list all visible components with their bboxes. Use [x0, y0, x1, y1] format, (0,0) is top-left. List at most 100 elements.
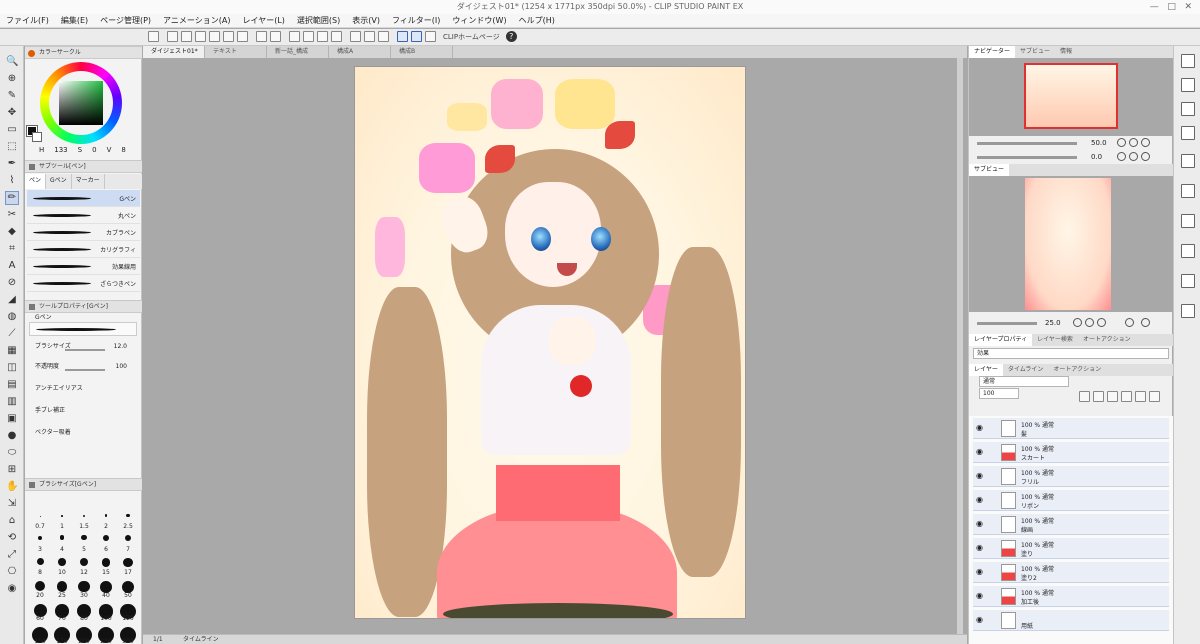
navigator-zoom-slider[interactable]: [977, 142, 1077, 145]
clear-icon[interactable]: [289, 31, 300, 42]
tab-g-pen[interactable]: Gペン: [46, 174, 72, 189]
brush-size-cell[interactable]: 50: [117, 579, 139, 599]
eyedropper-tool-icon[interactable]: ✎: [6, 90, 18, 102]
brush-size-cell[interactable]: 250: [95, 625, 117, 644]
layer-row[interactable]: ◉ 100 % 通常 リボン: [973, 490, 1169, 511]
ruler-tool-icon[interactable]: ▤: [6, 379, 18, 391]
opacity-slider[interactable]: [65, 369, 105, 371]
tab-timeline[interactable]: タイムライン: [1003, 364, 1049, 376]
layer-row[interactable]: ◉ 100 % 通常 塗り: [973, 538, 1169, 559]
subview-fit-icon[interactable]: [1097, 318, 1106, 327]
brush-item[interactable]: カリグラフィ: [27, 241, 140, 258]
auto-select-tool-icon[interactable]: ⬚: [6, 141, 18, 153]
tab-document[interactable]: 新一話_構成: [267, 46, 329, 58]
minimize-icon[interactable]: —: [1150, 2, 1159, 12]
brush-size-cell[interactable]: 15: [95, 556, 117, 576]
visibility-eye-icon[interactable]: ◉: [976, 568, 984, 576]
brush-size-cell[interactable]: 25: [51, 579, 73, 599]
color-wheel[interactable]: [40, 62, 122, 144]
tone-tool-icon[interactable]: ▣: [6, 413, 18, 425]
brush-size-cell[interactable]: 1: [51, 510, 73, 530]
hue-value[interactable]: 133: [54, 146, 67, 154]
frame-tool-icon[interactable]: ▥: [6, 396, 18, 408]
brush-size-cell[interactable]: 3: [29, 533, 51, 553]
brush-size-cell[interactable]: 2: [95, 510, 117, 530]
new-layer-icon[interactable]: [1079, 391, 1090, 402]
brush-size-cell[interactable]: 150: [29, 625, 51, 644]
new-file-icon[interactable]: [167, 31, 178, 42]
layer-row[interactable]: ◉ 100 % 通常 フリル: [973, 466, 1169, 487]
brush-size-cell[interactable]: 300: [117, 625, 139, 644]
panel-toggle-icon[interactable]: [1181, 304, 1195, 318]
merge-layer-icon[interactable]: [1135, 391, 1146, 402]
selection-tool-icon[interactable]: ▭: [6, 124, 18, 136]
menu-edit[interactable]: 編集(E): [55, 14, 94, 27]
pencil-tool-icon[interactable]: ⌇: [6, 175, 18, 187]
subview-zoom-out-icon[interactable]: [1085, 318, 1094, 327]
brush-size-cell[interactable]: 2.5: [117, 510, 139, 530]
brush-item[interactable]: 丸ペン: [27, 207, 140, 224]
tab-marker[interactable]: マーカー: [72, 174, 105, 189]
invert-icon[interactable]: [364, 31, 375, 42]
canvas-horizontal-scrollbar[interactable]: 1/1 タイムライン: [143, 634, 967, 644]
visibility-eye-icon[interactable]: ◉: [976, 616, 984, 624]
tab-document-active[interactable]: ダイジェスト01*: [143, 46, 205, 58]
brush-size-row[interactable]: ブラシサイズ 12.0: [35, 340, 139, 354]
airbrush-tool-icon[interactable]: ✂: [6, 209, 18, 221]
subview-prev-icon[interactable]: [1125, 318, 1134, 327]
grid-tool-icon[interactable]: ●: [6, 430, 18, 442]
panel-toggle-icon[interactable]: [1181, 274, 1195, 288]
stabilization-row[interactable]: 手ブレ補正: [35, 404, 139, 418]
app-icon[interactable]: [148, 31, 159, 42]
line-tool-icon[interactable]: ◫: [6, 362, 18, 374]
layer-row[interactable]: ◉ 100 % 通常 塗り2: [973, 562, 1169, 583]
layer-row[interactable]: ◉ 用紙: [973, 610, 1169, 631]
gradient-tool-icon[interactable]: ◢: [6, 294, 18, 306]
close-icon[interactable]: ✕: [1184, 2, 1192, 12]
menu-help[interactable]: ヘルプ(H): [513, 14, 561, 27]
brush-size-cell[interactable]: 80: [73, 602, 95, 622]
subview-preview[interactable]: [969, 176, 1173, 312]
blend-tool-icon[interactable]: A: [6, 260, 18, 272]
balloon-tool-icon[interactable]: ▦: [6, 345, 18, 357]
brush-size-cell[interactable]: 100: [95, 602, 117, 622]
tab-layer[interactable]: レイヤー: [969, 364, 1003, 376]
tab-layer-auto-action[interactable]: オートアクション: [1048, 364, 1106, 376]
export-icon[interactable]: [209, 31, 220, 42]
color-panel-tab[interactable]: カラーサークル: [39, 49, 81, 56]
navigator-preview[interactable]: [969, 58, 1173, 136]
record-tool-icon[interactable]: ◉: [6, 583, 18, 595]
print-icon[interactable]: [223, 31, 234, 42]
brush-size-cell[interactable]: 120: [117, 602, 139, 622]
tab-document[interactable]: テキスト: [205, 46, 267, 58]
scale-icon[interactable]: [331, 31, 342, 42]
maximize-icon[interactable]: □: [1167, 2, 1176, 12]
snap-grid-icon[interactable]: [411, 31, 422, 42]
navigator-thumbnail[interactable]: [1024, 63, 1118, 129]
ellipse-tool-icon[interactable]: ⊞: [6, 464, 18, 476]
clip-homepage-link[interactable]: CLIPホームページ: [443, 31, 500, 43]
navigator-rotate-value[interactable]: 0.0: [1091, 150, 1102, 164]
brush-size-cell[interactable]: 70: [51, 602, 73, 622]
subview-zoom-value[interactable]: 25.0: [1045, 316, 1061, 330]
menu-filter[interactable]: フィルター(I): [386, 14, 446, 27]
tab-layer-search[interactable]: レイヤー検索: [1032, 334, 1078, 346]
rotate-right-icon[interactable]: [1129, 152, 1138, 161]
help-icon[interactable]: ?: [505, 31, 517, 42]
tab-info[interactable]: 情報: [1055, 46, 1077, 58]
fill-tool-icon[interactable]: ⊘: [6, 277, 18, 289]
sub-color-swatch[interactable]: [32, 132, 42, 142]
vector-snap-row[interactable]: ベクター吸着: [35, 426, 139, 440]
undo-icon[interactable]: [256, 31, 267, 42]
brush-tool-icon[interactable]: ✏: [5, 191, 19, 205]
brush-size-cell[interactable]: 40: [95, 579, 117, 599]
pattern-tool-icon[interactable]: ✋: [6, 481, 18, 493]
shape-tool-icon[interactable]: ⬭: [6, 447, 18, 459]
navigator-zoom-value[interactable]: 50.0: [1091, 136, 1107, 150]
resize-tool-icon[interactable]: ⌂: [6, 515, 18, 527]
panel-toggle-icon[interactable]: [1181, 54, 1195, 68]
menu-view[interactable]: 表示(V): [346, 14, 386, 27]
saturation-value-square[interactable]: [59, 81, 103, 125]
panel-toggle-icon[interactable]: [1181, 126, 1195, 140]
visibility-eye-icon[interactable]: ◉: [976, 592, 984, 600]
